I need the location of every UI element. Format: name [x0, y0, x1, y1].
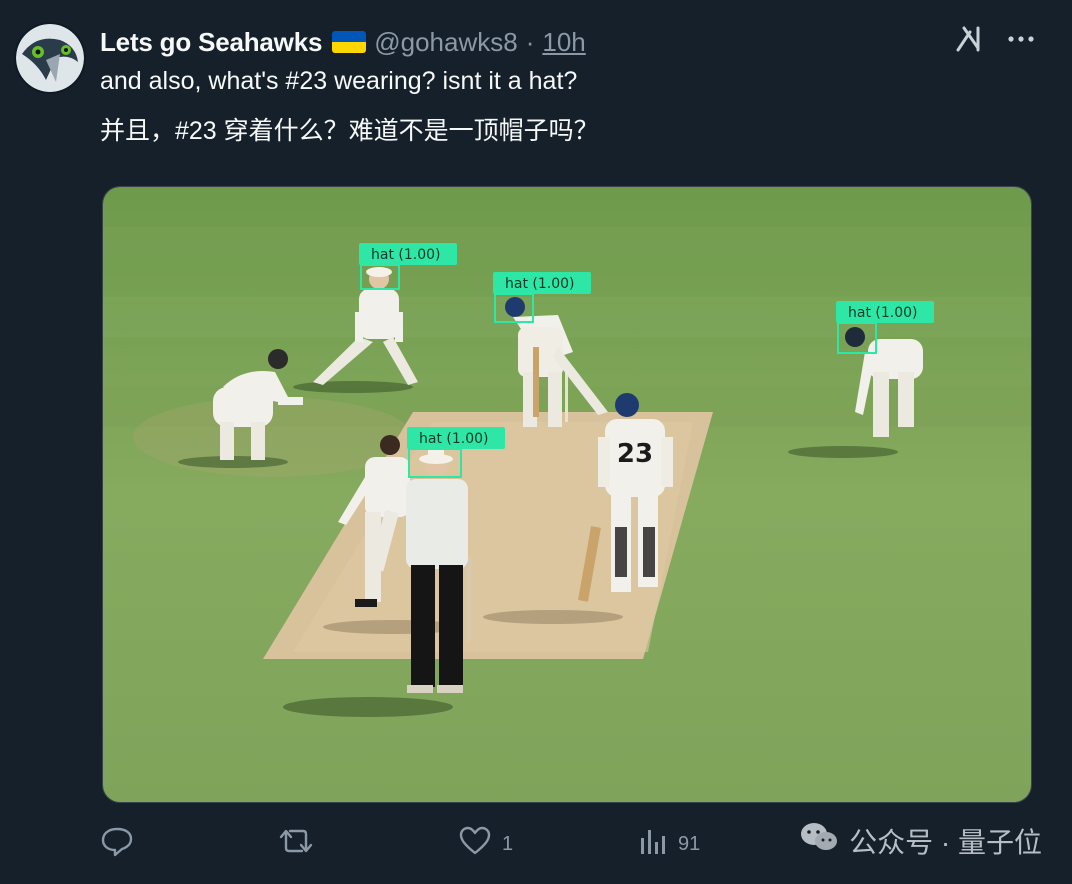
views-count: 91 [678, 832, 701, 855]
heart-icon [458, 824, 492, 864]
tweet-text-english: and also, what's #23 wearing? isnt it a … [100, 67, 578, 95]
watermark-text: 公众号 · 量子位 [849, 826, 1042, 858]
display-name[interactable]: Lets go Seahawks [100, 25, 322, 59]
detection-label: hat (1.00) [419, 431, 489, 447]
views-button[interactable]: 91 [638, 822, 700, 866]
retweet-button[interactable] [278, 822, 324, 866]
tweet-media-image[interactable]: 23 hat (1.00) hat (1.00) hat (1.00) hat … [102, 186, 1032, 803]
retweet-icon [278, 824, 314, 864]
user-handle[interactable]: @gohawks8 [374, 25, 517, 59]
tweet: Lets go Seahawks @gohawks8 · 10h and als… [0, 0, 1072, 884]
detection-label: hat (1.00) [371, 247, 441, 263]
separator-dot: · [525, 27, 535, 57]
reply-button[interactable] [100, 822, 144, 866]
views-icon [638, 824, 668, 864]
watermark: 公众号 · 量子位 [799, 820, 1042, 861]
stumps-near [467, 557, 471, 642]
like-button[interactable]: 1 [458, 822, 513, 866]
tweet-text-chinese: 并且，#23 穿着什么？难道不是一顶帽子吗？ [100, 117, 599, 145]
avatar[interactable] [14, 22, 86, 94]
wechat-icon [799, 820, 839, 861]
more-icon[interactable] [1006, 24, 1036, 54]
reply-icon [100, 824, 134, 864]
player-23-number: 23 [617, 439, 653, 469]
like-count: 1 [502, 832, 514, 855]
detection-label: hat (1.00) [848, 305, 918, 321]
detection-label: hat (1.00) [505, 276, 575, 292]
grok-icon[interactable] [954, 24, 984, 54]
tweet-header: Lets go Seahawks @gohawks8 · 10h [100, 24, 1072, 60]
timestamp[interactable]: 10h [542, 25, 585, 59]
header-actions [954, 24, 1036, 54]
ukraine-flag-icon [332, 31, 367, 53]
